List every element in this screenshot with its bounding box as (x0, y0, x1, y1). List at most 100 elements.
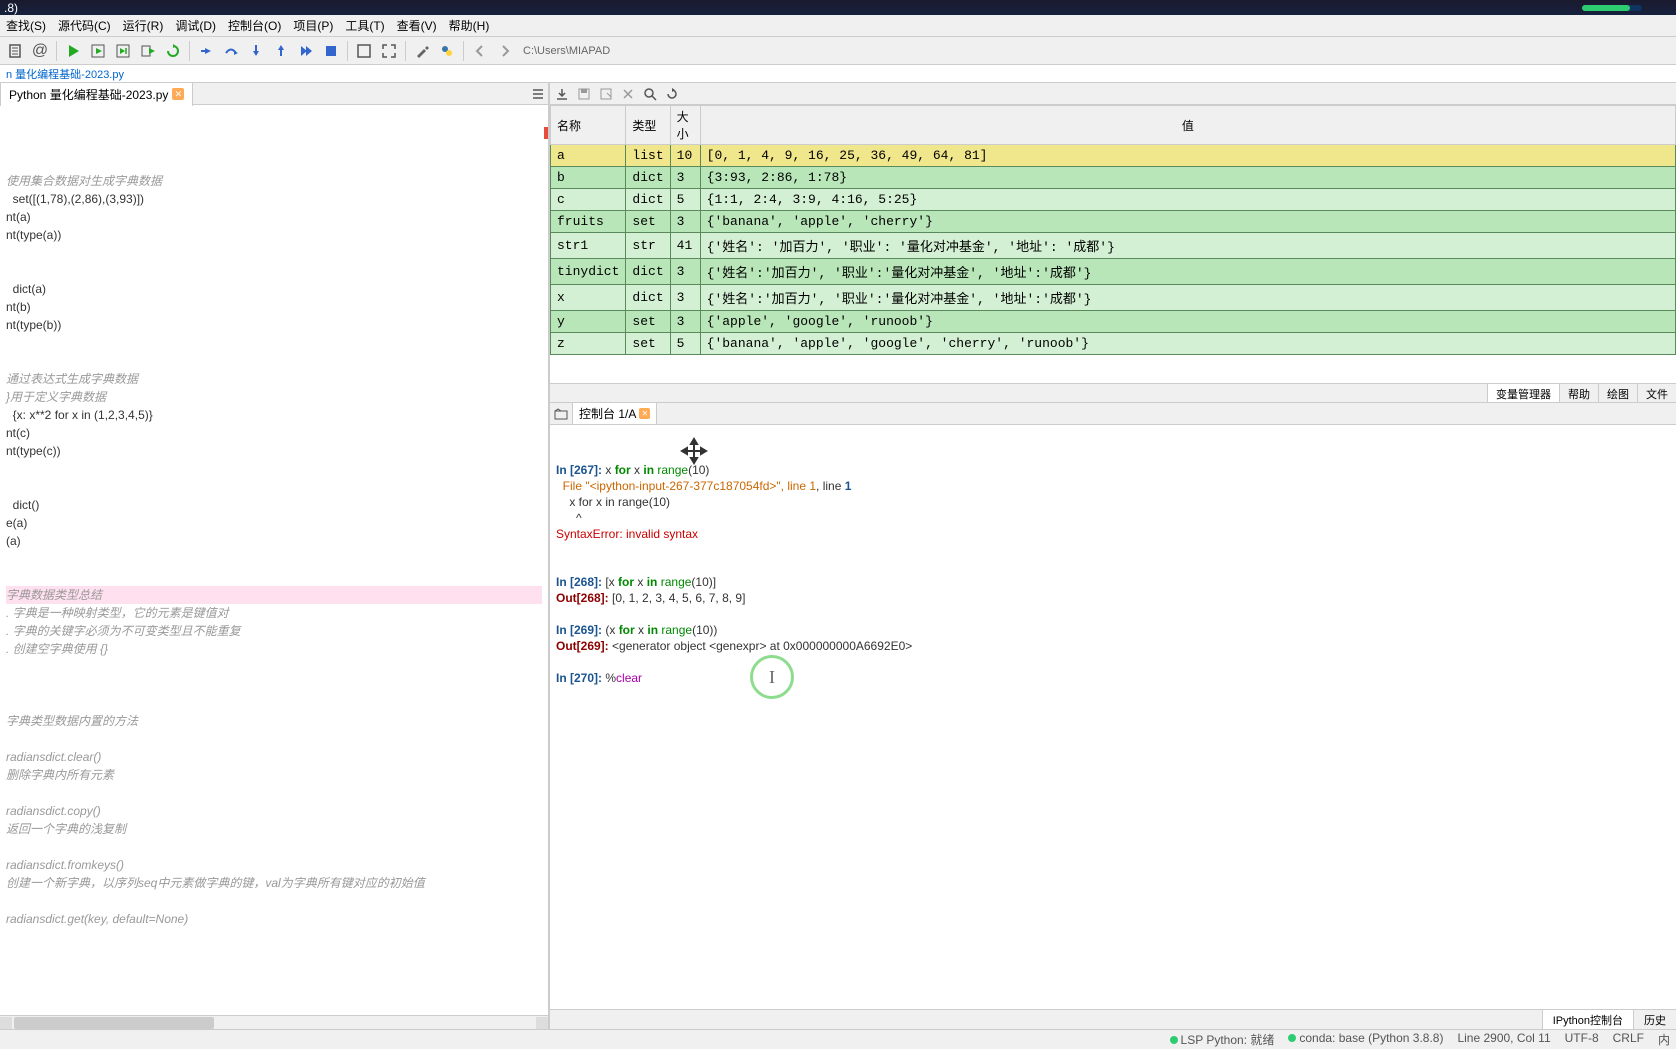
tab-history[interactable]: 历史 (1633, 1010, 1676, 1029)
variable-row[interactable]: xdict3{'姓名':'加百力', '职业':'量化对冲基金', '地址':'… (551, 285, 1676, 311)
preferences-button[interactable] (411, 40, 433, 62)
close-icon[interactable]: ✕ (172, 88, 184, 100)
code-line (6, 694, 542, 712)
stop-button[interactable] (320, 40, 342, 62)
forward-button[interactable] (494, 40, 516, 62)
variable-cell: x (551, 285, 626, 311)
tab-ipython-console[interactable]: IPython控制台 (1542, 1010, 1633, 1029)
browse-icon[interactable] (554, 407, 568, 421)
menu-console[interactable]: 控制台(O) (222, 14, 287, 37)
menu-view[interactable]: 查看(V) (391, 14, 443, 37)
editor-tab[interactable]: Python 量化编程基础-2023.py ✕ (0, 82, 193, 106)
file-tab[interactable]: n 量化编程基础-2023.py (0, 65, 130, 83)
col-size[interactable]: 大小 (670, 106, 700, 145)
close-icon[interactable]: ✕ (639, 408, 650, 419)
variable-cell: {1:1, 2:4, 3:9, 4:16, 5:25} (700, 189, 1675, 211)
search-icon[interactable] (642, 86, 658, 102)
remove-icon[interactable] (620, 86, 636, 102)
menu-project[interactable]: 项目(P) (287, 14, 339, 37)
code-line (6, 730, 542, 748)
variable-row[interactable]: zset5{'banana', 'apple', 'google', 'cher… (551, 333, 1676, 355)
console-tab-label: 控制台 1/A (579, 405, 636, 422)
tab-variable-explorer[interactable]: 变量管理器 (1487, 384, 1559, 402)
fullscreen-button[interactable] (378, 40, 400, 62)
refresh-icon[interactable] (664, 86, 680, 102)
variable-row[interactable]: cdict5{1:1, 2:4, 3:9, 4:16, 5:25} (551, 189, 1676, 211)
col-name[interactable]: 名称 (551, 106, 626, 145)
new-file-button[interactable] (4, 40, 26, 62)
variable-row[interactable]: yset3{'apple', 'google', 'runoob'} (551, 311, 1676, 333)
save-as-icon[interactable] (598, 86, 614, 102)
tab-plot[interactable]: 绘图 (1598, 384, 1637, 402)
run-selection-button[interactable] (137, 40, 159, 62)
code-line: set([(1,78),(2,86),(3,93)]) (6, 190, 542, 208)
code-268: [x for x in range(10)] (602, 575, 716, 589)
at-button[interactable]: @ (29, 40, 51, 62)
variable-row[interactable]: tinydictdict3{'姓名':'加百力', '职业':'量化对冲基金',… (551, 259, 1676, 285)
variable-cell: b (551, 167, 626, 189)
code-line: . 字典的关键字必须为不可变类型且不能重复 (6, 622, 542, 640)
run-cell-button[interactable] (87, 40, 109, 62)
menu-find[interactable]: 查找(S) (0, 14, 52, 37)
variable-row[interactable]: bdict3{3:93, 2:86, 1:78} (551, 167, 1676, 189)
console-tab[interactable]: 控制台 1/A ✕ (572, 402, 657, 425)
status-line-col: Line 2900, Col 11 (1457, 1031, 1550, 1048)
tab-files[interactable]: 文件 (1637, 384, 1676, 402)
code-line (6, 352, 542, 370)
run-button[interactable] (62, 40, 84, 62)
code-269: (x for x in range(10)) (602, 623, 717, 637)
title-text: .8) (4, 1, 18, 15)
out-268: [0, 1, 2, 3, 4, 5, 6, 7, 8, 9] (609, 591, 746, 605)
maximize-button[interactable] (353, 40, 375, 62)
variable-row[interactable]: alist10[0, 1, 4, 9, 16, 25, 36, 49, 64, … (551, 145, 1676, 167)
code-line (6, 676, 542, 694)
step-into-button[interactable] (245, 40, 267, 62)
menu-source[interactable]: 源代码(C) (52, 14, 117, 37)
scroll-thumb[interactable] (14, 1017, 214, 1029)
hamburger-icon[interactable] (528, 84, 548, 104)
in-prompt-267: In [267]: (556, 463, 602, 477)
python-path-button[interactable] (436, 40, 458, 62)
step-over-button[interactable] (220, 40, 242, 62)
editor-tab-bar: Python 量化编程基础-2023.py ✕ (0, 83, 548, 105)
code-line: nt(type(a)) (6, 226, 542, 244)
menu-run[interactable]: 运行(R) (117, 14, 170, 37)
variable-cell: str1 (551, 233, 626, 259)
out-prompt-269: Out[269]: (556, 639, 609, 653)
step-out-button[interactable] (270, 40, 292, 62)
menu-help[interactable]: 帮助(H) (443, 14, 496, 37)
code-line: (a) (6, 532, 542, 550)
status-mem: 内 (1658, 1031, 1670, 1048)
code-line (6, 460, 542, 478)
menu-debug[interactable]: 调试(D) (169, 14, 222, 37)
code-line (6, 568, 542, 586)
rerun-button[interactable] (162, 40, 184, 62)
code-line: nt(type(c)) (6, 442, 542, 460)
variable-cell: 3 (670, 285, 700, 311)
debug-button[interactable] (195, 40, 217, 62)
variable-cell: 3 (670, 211, 700, 233)
move-cursor-icon (680, 437, 708, 465)
scroll-right-icon[interactable] (536, 1017, 548, 1029)
variable-cell: 3 (670, 311, 700, 333)
col-type[interactable]: 类型 (626, 106, 670, 145)
ipython-console[interactable]: In [267]: x for x in range(10) File "<ip… (550, 425, 1676, 1009)
scroll-left-icon[interactable] (0, 1017, 12, 1029)
variable-row[interactable]: fruitsset3{'banana', 'apple', 'cherry'} (551, 211, 1676, 233)
continue-button[interactable] (295, 40, 317, 62)
main-toolbar: @ C:\Users\MIAPAD (0, 37, 1676, 65)
code-editor[interactable]: 使用集合数据对生成字典数据 set([(1,78),(2,86),(3,93)]… (0, 105, 548, 1015)
code-line (6, 244, 542, 262)
col-value[interactable]: 值 (700, 106, 1675, 145)
tab-help[interactable]: 帮助 (1559, 384, 1598, 402)
back-button[interactable] (469, 40, 491, 62)
import-icon[interactable] (554, 86, 570, 102)
save-icon[interactable] (576, 86, 592, 102)
run-cell-advance-button[interactable] (112, 40, 134, 62)
console-bottom-tabs: IPython控制台 历史 (550, 1009, 1676, 1029)
code-line: nt(b) (6, 298, 542, 316)
editor-hscrollbar[interactable] (0, 1015, 548, 1029)
menu-tools[interactable]: 工具(T) (339, 14, 390, 37)
code-line (6, 334, 542, 352)
variable-row[interactable]: str1str41{'姓名': '加百力', '职业': '量化对冲基金', '… (551, 233, 1676, 259)
